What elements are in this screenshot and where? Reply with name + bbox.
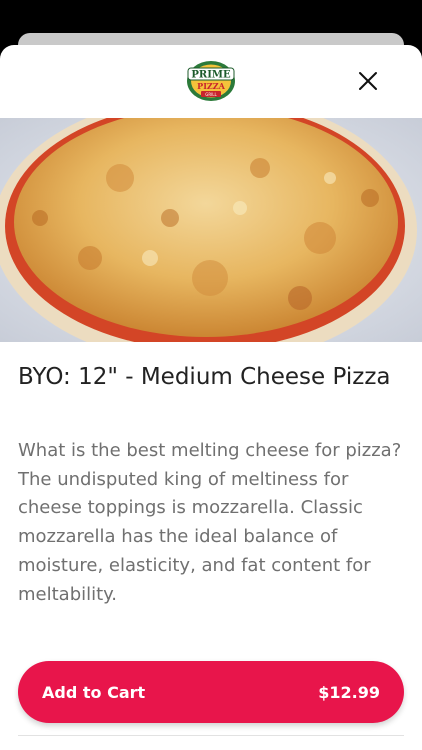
product-modal: PRIME PIZZA GRILL BYO: 12" - Medium Chee… [0,45,422,750]
close-icon [359,72,377,90]
product-image [0,118,422,342]
svg-text:PRIME: PRIME [191,70,231,81]
svg-text:PIZZA: PIZZA [197,81,225,91]
cheese-pizza-image [0,118,422,342]
product-title: BYO: 12" - Medium Cheese Pizza [18,364,391,390]
svg-text:GRILL: GRILL [205,92,217,97]
divider [18,735,404,736]
prime-pizza-logo: PRIME PIZZA GRILL [187,61,235,101]
close-button[interactable] [356,69,380,93]
add-to-cart-button[interactable]: Add to Cart $12.99 [18,661,404,723]
add-to-cart-label: Add to Cart [42,682,146,702]
modal-header: PRIME PIZZA GRILL [0,45,422,118]
product-description: What is the best melting cheese for pizz… [18,440,402,605]
price-label: $12.99 [318,682,380,702]
